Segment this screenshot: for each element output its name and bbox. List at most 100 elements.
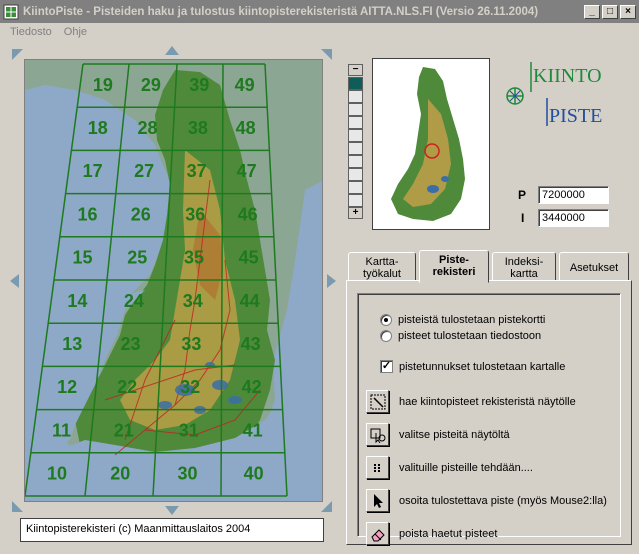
map-sheet-label: 28 xyxy=(137,118,157,138)
map-sheet-label: 16 xyxy=(78,204,98,224)
map-sheet-label: 40 xyxy=(244,464,264,484)
map-sheet-label: 14 xyxy=(67,291,87,311)
list-icon xyxy=(373,463,380,472)
minimize-button[interactable]: _ xyxy=(584,4,600,19)
zoom-level-8[interactable] xyxy=(348,168,363,181)
kiintopiste-logo: KIINTO PISTE xyxy=(505,60,615,130)
zoom-level-6[interactable] xyxy=(348,142,363,155)
tab-indeksikartta[interactable]: Indeksi- kartta xyxy=(492,252,556,283)
process-points-button[interactable] xyxy=(366,456,389,479)
map-sheet-label: 44 xyxy=(240,291,260,311)
tool-row-osoita: osoita tulostettava piste (myös Mouse2:l… xyxy=(366,489,607,512)
tool-row-hae: hae kiintopisteet rekisteristä näytölle xyxy=(366,390,576,413)
zoom-level-5[interactable] xyxy=(348,129,363,142)
coord-p-field[interactable]: 7200000 xyxy=(538,186,609,204)
map-sheet-label: 24 xyxy=(124,291,144,311)
zoom-level-2[interactable] xyxy=(348,90,363,103)
window-title: KiintoPiste - Pisteiden haku ja tulostus… xyxy=(23,5,539,18)
tool-row-poista: poista haetut pisteet xyxy=(366,522,497,545)
zoom-level-9[interactable] xyxy=(348,181,363,194)
logo-line1: KIINTO xyxy=(533,65,602,87)
map-sheet-label: 39 xyxy=(189,75,209,95)
map-sheet-label: 12 xyxy=(57,377,77,397)
tab-asetukset[interactable]: Asetukset xyxy=(559,252,629,283)
map-sheet-label: 13 xyxy=(62,334,82,354)
title-bar: KiintoPiste - Pisteiden haku ja tulostus… xyxy=(0,0,639,23)
panel-inner: pisteistä tulostetaan pistekortti pistee… xyxy=(357,293,621,545)
zoom-level-4[interactable] xyxy=(348,116,363,129)
fetch-points-button[interactable] xyxy=(366,390,389,413)
coord-i-label: I xyxy=(521,211,525,225)
map-sheet-label: 46 xyxy=(238,204,258,224)
map-sheet-label: 20 xyxy=(110,464,130,484)
zoom-level-7[interactable] xyxy=(348,155,363,168)
map-sheet-label: 43 xyxy=(241,334,261,354)
clear-points-button[interactable] xyxy=(366,522,389,545)
zoom-level-10[interactable] xyxy=(348,194,363,207)
process-points-label: valituille pisteille tehdään.... xyxy=(399,461,533,474)
tab-karttatyokalut[interactable]: Kartta- työkalut xyxy=(348,252,416,283)
copyright-text: Kiintopisterekisteri (c) Maanmittauslait… xyxy=(20,518,324,542)
zoom-out-button[interactable]: − xyxy=(348,64,363,76)
map-sheet-label: 45 xyxy=(239,248,259,268)
zoom-in-button[interactable]: + xyxy=(348,207,363,219)
radio-pistekortti[interactable] xyxy=(380,314,392,326)
map-sheet-label: 22 xyxy=(117,377,137,397)
checkbox-option-tunnukset[interactable]: ✓ pistetunnukset tulostetaan kartalle xyxy=(380,360,565,373)
radio-option-pistekortti[interactable]: pisteistä tulostetaan pistekortti xyxy=(380,314,545,326)
zoom-level-1[interactable] xyxy=(348,77,363,90)
close-button[interactable]: × xyxy=(620,4,636,19)
clear-points-label: poista haetut pisteet xyxy=(399,527,498,540)
menu-bar: Tiedosto Ohje xyxy=(0,23,639,41)
radio-tiedosto[interactable] xyxy=(380,330,392,342)
pan-downleft-arrow-icon[interactable] xyxy=(12,501,23,512)
coord-p-label: P xyxy=(518,188,527,202)
pick-point-button[interactable] xyxy=(366,489,389,512)
tool-row-valitse: valitse pisteitä näytöltä xyxy=(366,423,510,446)
map-sheet-label: 21 xyxy=(114,420,134,440)
pan-downright-arrow-icon[interactable] xyxy=(321,501,332,512)
map-sheet-label: 34 xyxy=(183,291,203,311)
checkbox-tunnukset[interactable]: ✓ xyxy=(380,360,393,373)
map-sheet-label: 47 xyxy=(237,161,257,181)
map-sheet-label: 35 xyxy=(184,248,204,268)
menu-tiedosto[interactable]: Tiedosto xyxy=(10,26,52,38)
maximize-button[interactable]: □ xyxy=(602,4,618,19)
map-sheet-label: 42 xyxy=(242,377,262,397)
coord-i-field[interactable]: 3440000 xyxy=(538,209,609,227)
map-sheet-label: 23 xyxy=(120,334,140,354)
select-points-button[interactable] xyxy=(366,423,389,446)
tool-row-valituille: valituille pisteille tehdään.... xyxy=(366,456,533,479)
logo-line2: PISTE xyxy=(549,105,602,127)
pan-up-arrow-icon[interactable] xyxy=(165,46,179,55)
main-map-canvas[interactable]: 19 29 39 49 18 28 38 48 17 27 37 47 16 26 36 46 15 25 35 45… xyxy=(25,60,323,502)
pan-right-arrow-icon[interactable] xyxy=(327,274,336,288)
menu-ohje[interactable]: Ohje xyxy=(64,26,87,38)
map-sheet-label: 26 xyxy=(131,204,151,224)
radio-tiedosto-label: pisteet tulostetaan tiedostoon xyxy=(398,330,542,342)
pan-upleft-arrow-icon[interactable] xyxy=(12,49,23,60)
app-icon xyxy=(3,4,19,19)
zoom-level-3[interactable] xyxy=(348,103,363,116)
map-sheet-label: 37 xyxy=(187,161,207,181)
map-sheet-label: 31 xyxy=(179,420,199,440)
tab-pisterekisteri[interactable]: Piste- rekisteri xyxy=(419,250,489,283)
map-sheet-label: 30 xyxy=(177,464,197,484)
map-sheet-label: 15 xyxy=(72,248,92,268)
zoom-slider[interactable]: − + xyxy=(348,64,363,224)
map-sheet-label: 33 xyxy=(181,334,201,354)
map-sheet-label: 41 xyxy=(243,420,263,440)
main-map[interactable]: 19 29 39 49 18 28 38 48 17 27 37 47 16 26 36 46 15 25 35 45… xyxy=(24,59,323,502)
map-sheet-label: 38 xyxy=(188,118,208,138)
pan-left-arrow-icon[interactable] xyxy=(10,274,19,288)
map-sheet-label: 36 xyxy=(185,204,205,224)
fetch-points-label: hae kiintopisteet rekisteristä näytölle xyxy=(399,395,576,408)
pick-point-label: osoita tulostettava piste (myös Mouse2:l… xyxy=(399,494,607,507)
tab-panel-pisterekisteri: pisteistä tulostetaan pistekortti pistee… xyxy=(346,280,632,545)
radio-option-tiedosto[interactable]: pisteet tulostetaan tiedostoon xyxy=(380,330,541,342)
overview-map[interactable] xyxy=(372,58,490,230)
map-sheet-label: 19 xyxy=(93,75,113,95)
pan-down-arrow-icon[interactable] xyxy=(165,506,179,515)
fetch-arrow-icon xyxy=(370,394,385,409)
map-sheet-label: 25 xyxy=(127,248,147,268)
